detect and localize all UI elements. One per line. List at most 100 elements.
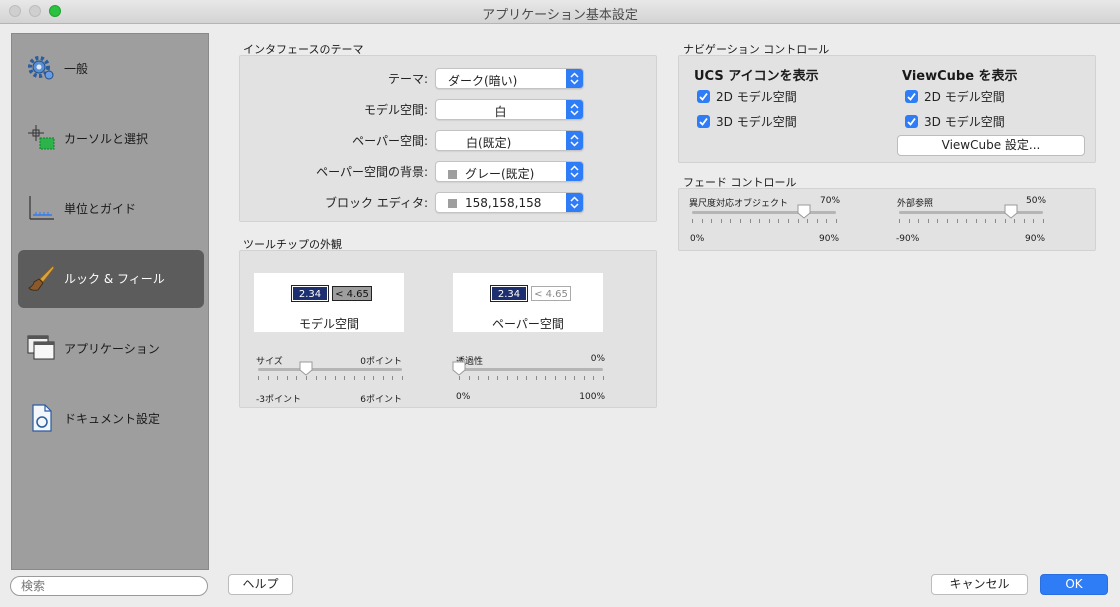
- brush-icon: [28, 265, 55, 291]
- slider-tick: [1005, 219, 1006, 223]
- help-button[interactable]: ヘルプ: [228, 574, 293, 595]
- units-guide-icon: [29, 196, 54, 220]
- slider-tick: [1014, 219, 1015, 223]
- preview-value-2: < 4.65: [332, 286, 372, 301]
- slider-tick: [306, 376, 307, 380]
- sidebar-item-cursor-selection[interactable]: カーソルと選択: [18, 110, 204, 168]
- windows-icon: [27, 335, 55, 360]
- slider-tick: [750, 219, 751, 223]
- slider-tick: [957, 219, 958, 223]
- slider-tick: [807, 219, 808, 223]
- slider-tick: [277, 376, 278, 380]
- size-slider-value: 0ポイント: [360, 357, 402, 367]
- preview-value-1: 2.34: [490, 285, 528, 302]
- slider-tick: [966, 219, 967, 223]
- slider-tick: [836, 219, 837, 223]
- ok-button[interactable]: OK: [1040, 574, 1108, 595]
- slider-thumb[interactable]: [797, 204, 811, 219]
- window-title: アプリケーション基本設定: [482, 8, 638, 23]
- sidebar-item-document-settings[interactable]: ドキュメント設定: [18, 390, 204, 448]
- slider-tick: [603, 376, 604, 380]
- annotative-fade-value: 70%: [820, 196, 841, 206]
- slider-tick: [344, 376, 345, 380]
- preview-value-1: 2.34: [291, 285, 329, 302]
- chevron-updown-icon: [566, 131, 583, 150]
- xref-fade-min: -90%: [896, 234, 920, 244]
- search-input[interactable]: [10, 576, 208, 596]
- slider-tick: [545, 376, 546, 380]
- slider-track: [899, 211, 1043, 214]
- slider-tick: [826, 219, 827, 223]
- checkmark-icon: [905, 115, 918, 128]
- theme-value: ダーク(暗い): [448, 74, 518, 88]
- cursor-select-icon: [28, 125, 55, 150]
- slider-track: [692, 211, 836, 214]
- sidebar-item-label: 単位とガイド: [64, 202, 137, 216]
- sidebar-item-label: 一般: [64, 62, 89, 76]
- slider-tick: [1024, 219, 1025, 223]
- slider-tick: [702, 219, 703, 223]
- annotative-fade-max: 90%: [819, 234, 840, 244]
- sidebar-item-look-and-feel[interactable]: ルック & フィール: [18, 250, 204, 308]
- transparency-slider-max: 100%: [579, 392, 605, 402]
- viewcube-3d-checkbox[interactable]: 3D モデル空間: [905, 113, 1005, 130]
- chevron-updown-icon: [566, 162, 583, 181]
- slider-tick: [296, 376, 297, 380]
- color-swatch: [448, 170, 457, 179]
- model-space-popup[interactable]: 白: [435, 99, 584, 120]
- cancel-button[interactable]: キャンセル: [931, 574, 1028, 595]
- model-space-preview-caption: モデル空間: [298, 317, 359, 331]
- sidebar-item-label: カーソルと選択: [64, 132, 149, 146]
- theme-popup[interactable]: ダーク(暗い): [435, 68, 584, 89]
- slider-track: [258, 368, 402, 371]
- slider-tick: [402, 376, 403, 380]
- viewcube-2d-checkbox[interactable]: 2D モデル空間: [905, 88, 1005, 105]
- slider-tick: [711, 219, 712, 223]
- slider-tick: [778, 219, 779, 223]
- slider-tick: [555, 376, 556, 380]
- slider-tick: [364, 376, 365, 380]
- slider-tick: [574, 376, 575, 380]
- xref-fade-value: 50%: [1026, 196, 1047, 206]
- sidebar-item-units-guides[interactable]: 単位とガイド: [18, 180, 204, 238]
- slider-thumb[interactable]: [299, 361, 313, 376]
- slider-tick: [459, 376, 460, 380]
- ucs-3d-checkbox[interactable]: 3D モデル空間: [697, 113, 797, 130]
- slider-tick: [373, 376, 374, 380]
- paper-background-popup[interactable]: グレー(既定): [435, 161, 584, 182]
- paper-background-value: グレー(既定): [448, 165, 534, 182]
- slider-tick: [1033, 219, 1034, 223]
- paper-background-label: ペーパー空間の背景:: [316, 165, 428, 179]
- slider-tick: [316, 376, 317, 380]
- slider-tick: [584, 376, 585, 380]
- slider-tick: [740, 219, 741, 223]
- sidebar-item-label: ドキュメント設定: [64, 412, 161, 426]
- ucs-2d-checkbox[interactable]: 2D モデル空間: [697, 88, 797, 105]
- viewcube-settings-button[interactable]: ViewCube 設定...: [897, 135, 1085, 156]
- slider-tick: [995, 219, 996, 223]
- slider-tick: [976, 219, 977, 223]
- slider-tick: [258, 376, 259, 380]
- paper-space-popup[interactable]: 白(既定): [435, 130, 584, 151]
- slider-tick: [985, 219, 986, 223]
- sidebar-item-application[interactable]: アプリケーション: [18, 320, 204, 378]
- slider-tick: [325, 376, 326, 380]
- tooltip-appearance-group: 2.34 < 4.65 モデル空間 2.34 < 4.65 ペーパー空間 サイズ…: [239, 250, 657, 408]
- chevron-updown-icon: [566, 69, 583, 88]
- sidebar-item-general[interactable]: 一般: [18, 40, 204, 98]
- slider-thumb[interactable]: [452, 361, 466, 376]
- preferences-sidebar: 一般 カーソルと選択 単位とガイド ルック & フィール アプリケーション ドキ…: [11, 33, 209, 570]
- block-editor-popup[interactable]: 158,158,158: [435, 192, 584, 213]
- preview-value-2: < 4.65: [531, 286, 571, 301]
- annotative-fade-min: 0%: [690, 234, 705, 244]
- block-editor-label: ブロック エディタ:: [324, 196, 428, 210]
- sidebar-item-label: アプリケーション: [64, 342, 160, 356]
- slider-tick: [392, 376, 393, 380]
- slider-tick: [565, 376, 566, 380]
- slider-thumb[interactable]: [1004, 204, 1018, 219]
- model-space-tooltip-preview: 2.34 < 4.65 モデル空間: [254, 273, 404, 332]
- paper-space-value: 白(既定): [466, 136, 512, 150]
- checkmark-icon: [697, 115, 710, 128]
- slider-tick: [469, 376, 470, 380]
- paper-space-label: ペーパー空間:: [352, 134, 428, 148]
